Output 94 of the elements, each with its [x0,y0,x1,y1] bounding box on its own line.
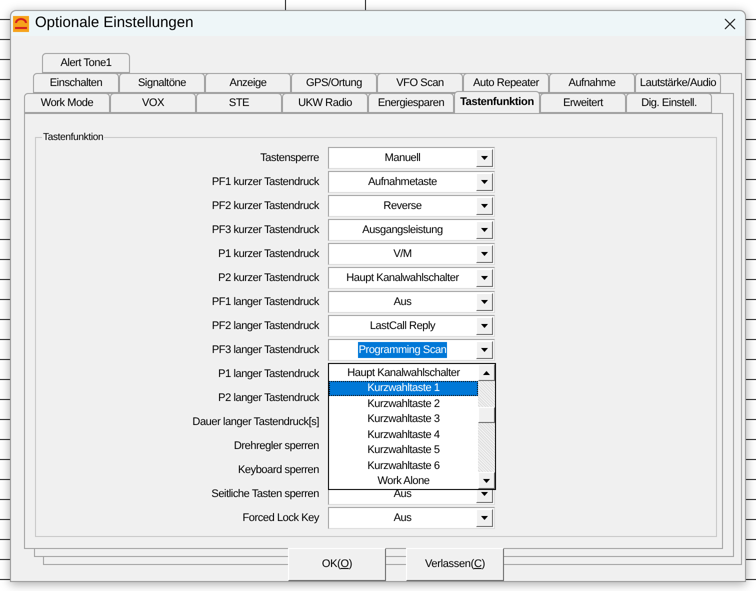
field-label: PF1 kurzer Tastendruck [210,174,319,190]
scroll-up-button[interactable] [478,364,495,381]
dropdown-button[interactable] [476,293,493,311]
field-label: Dauer langer Tastendruck[s] [191,414,319,430]
tab[interactable]: Erweitert [540,93,626,113]
down-arrow-icon [481,348,488,352]
field-label: Seitliche Tasten sperren [210,486,319,502]
dropdown[interactable]: Ausgangsleistung [328,219,495,241]
down-arrow-icon [481,180,488,184]
close-icon[interactable] [724,18,736,30]
dropdown-value: Ausgangsleistung [361,222,444,238]
dropdown-button[interactable] [476,221,493,239]
dropdown[interactable]: Reverse [328,195,495,217]
dropdown-value: Reverse [382,198,423,214]
tab[interactable]: Aufnahme [549,73,635,93]
tab[interactable]: UKW Radio [282,93,368,113]
scroll-down-button[interactable] [478,472,495,489]
field-label: Keyboard sperren [236,462,319,478]
group-title: Tastenfunktion [42,131,104,145]
list-option[interactable]: Kurzwahltaste 2 [329,396,478,412]
field-label: P2 langer Tastendruck [217,390,319,406]
dialog-button[interactable]: OK(O) [288,548,386,581]
dropdown-button[interactable] [476,149,493,167]
field-label: Tastensperre [259,150,319,166]
dropdown-button[interactable] [476,173,493,191]
dropdown[interactable]: Aufnahmetaste [328,171,495,193]
down-arrow-icon [483,478,490,482]
down-arrow-icon [481,228,488,232]
dropdown-value: V/M [392,246,413,262]
dropdown-value: Aus [392,486,412,502]
tab[interactable]: Lautstärke/Audio [635,73,721,93]
down-arrow-icon [481,492,488,496]
field-label: Drehregler sperren [232,438,319,454]
dropdown-button[interactable] [476,509,493,527]
dropdown-button[interactable] [476,269,493,287]
down-arrow-icon [481,204,488,208]
field-label: P1 kurzer Tastendruck [217,246,319,262]
dropdown[interactable]: LastCall Reply [328,315,495,337]
dropdown-button[interactable] [476,197,493,215]
dropdown-value: Aus [392,294,412,310]
dropdown-button[interactable] [476,341,493,359]
dropdown-value: LastCall Reply [368,318,436,334]
tab[interactable]: Signaltöne [119,73,205,93]
tab[interactable]: Einschalten [33,73,119,93]
dropdown[interactable]: Programming Scan [328,339,495,361]
down-arrow-icon [481,516,488,520]
field-label: Forced Lock Key [241,510,319,526]
dropdown-button[interactable] [476,245,493,263]
list-option[interactable]: Kurzwahltaste 4 [329,427,478,442]
tab[interactable]: Anzeige [205,73,291,93]
dropdown-value: Manuell [384,150,422,166]
scroll-thumb[interactable] [478,407,495,423]
field-label: PF1 langer Tastendruck [210,294,319,310]
tab[interactable]: Energiesparen [368,93,454,113]
tab[interactable]: VFO Scan [377,73,463,93]
app-icon [13,16,29,32]
tab[interactable]: GPS/Ortung [291,73,377,93]
field-label: PF2 kurzer Tastendruck [210,198,319,214]
tab[interactable]: STE [196,93,282,113]
list-option[interactable]: Kurzwahltaste 5 [329,442,478,458]
dropdown-value: Programming Scan [358,342,448,358]
field-label: PF3 langer Tastendruck [210,342,319,358]
dropdown[interactable]: Aus [328,291,495,313]
tab[interactable]: Dig. Einstell. [626,93,712,113]
dropdown-value: Haupt Kanalwahlschalter [345,270,460,286]
down-arrow-icon [481,300,488,304]
tab[interactable]: Alert Tone1 [42,53,130,73]
field-label: P1 langer Tastendruck [217,366,319,382]
dropdown[interactable]: Haupt Kanalwahlschalter [328,267,495,289]
down-arrow-icon [481,252,488,256]
list-option[interactable]: Haupt Kanalwahlschalter [329,365,478,380]
field-label: PF2 langer Tastendruck [210,318,319,334]
tab[interactable]: Auto Repeater [463,73,549,93]
list-option[interactable]: Kurzwahltaste 1 [329,380,478,396]
list-option[interactable]: Kurzwahltaste 6 [329,458,478,474]
dropdown-button[interactable] [476,317,493,335]
dropdown-value: Aus [392,510,412,526]
tab[interactable]: Tastenfunktion [454,91,540,113]
field-label: P2 kurzer Tastendruck [217,270,319,286]
tab[interactable]: Work Mode [24,93,110,113]
window-title: Optionale Einstellungen [35,13,194,34]
dropdown[interactable]: Aus [328,507,495,529]
dialog-button[interactable]: Verlassen(C) [406,548,504,581]
field-label: PF3 kurzer Tastendruck [210,222,319,238]
tab[interactable]: VOX [110,93,196,113]
dropdown-value: Aufnahmetaste [367,174,438,190]
down-arrow-icon [481,276,488,280]
dropdown[interactable]: Manuell [328,147,495,169]
scrollbar[interactable] [478,364,495,489]
dropdown[interactable]: V/M [328,243,495,265]
list-option[interactable]: Kurzwahltaste 3 [329,412,478,427]
down-arrow-icon [481,156,488,160]
down-arrow-icon [481,324,488,328]
up-arrow-icon [483,370,490,374]
